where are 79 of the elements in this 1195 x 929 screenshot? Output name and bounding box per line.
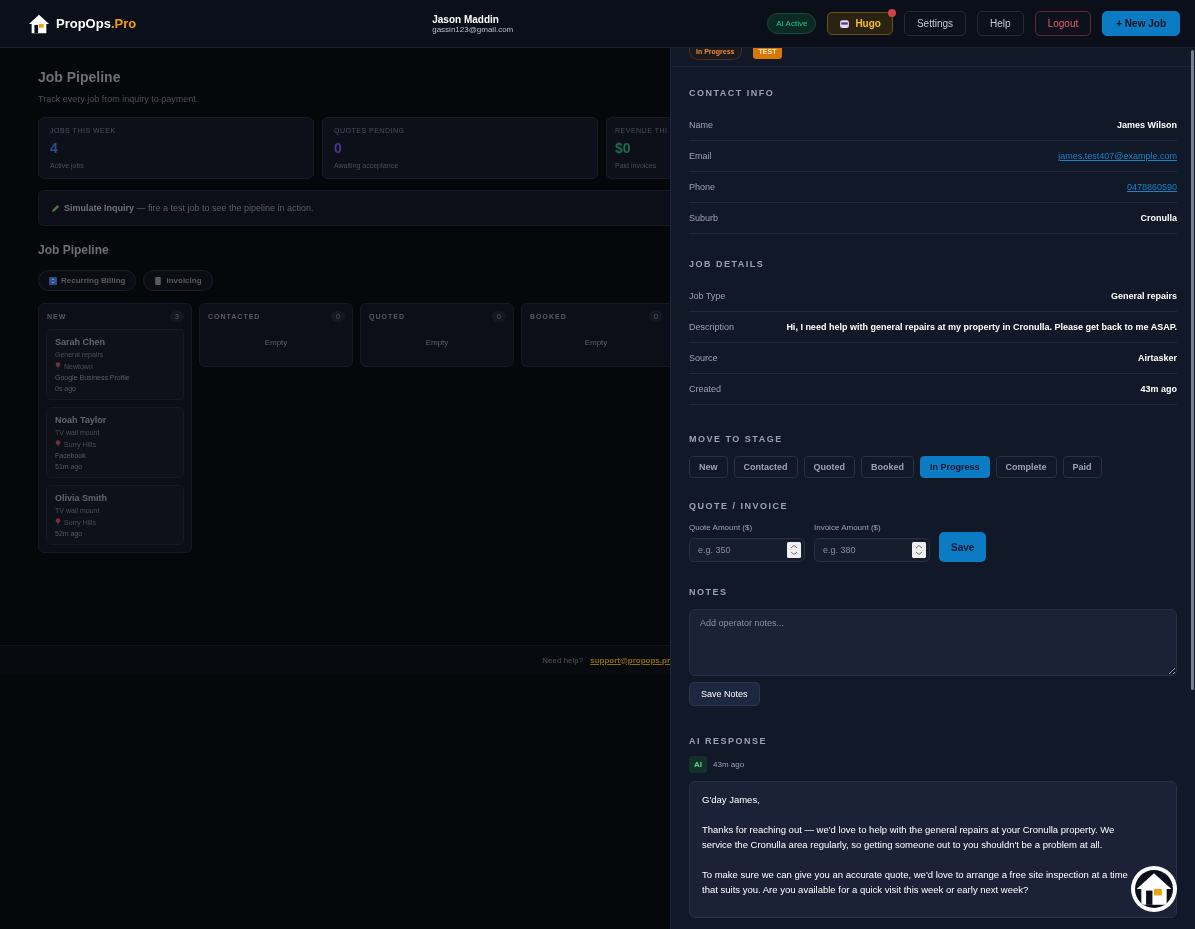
field-label: Name xyxy=(689,120,713,130)
house-logo-icon xyxy=(28,12,50,35)
notes-field[interactable]: Add operator notes... xyxy=(689,609,1177,676)
spinner-arrows-icon xyxy=(912,542,926,558)
amount-input[interactable]: e.g. 380 xyxy=(814,538,930,562)
field-label: Job Type xyxy=(689,291,726,301)
section-heading: JOB DETAILS xyxy=(689,259,766,269)
pin-icon xyxy=(55,362,61,370)
field-label: Email xyxy=(689,151,712,161)
amount-input[interactable]: e.g. 350 xyxy=(689,538,805,562)
pin-icon xyxy=(55,440,61,448)
section-heading: CONTACT INFO xyxy=(689,88,776,98)
scrollbar[interactable] xyxy=(1191,50,1194,690)
assistant-button[interactable]: Hugo xyxy=(827,12,893,35)
pencil-icon xyxy=(51,203,60,213)
view-tab[interactable]: Recurring Billing xyxy=(38,270,137,291)
section-heading: AI RESPONSE xyxy=(689,736,768,746)
empty-state: Empty xyxy=(583,337,609,349)
field-label: Invoice Amount ($) xyxy=(814,523,882,532)
field-label: Source xyxy=(689,353,718,363)
section-title: Job Pipeline xyxy=(38,243,110,257)
spinner-arrows-icon xyxy=(787,542,801,558)
field-link[interactable]: 0478860590 xyxy=(1126,182,1177,192)
response-time: 43m ago xyxy=(713,760,745,769)
view-tab[interactable]: Invoicing xyxy=(143,270,213,291)
support-link[interactable]: support@propops.pr xyxy=(590,655,670,665)
field-value: General repairs xyxy=(1110,291,1177,301)
user-name: Jason Maddin xyxy=(432,13,500,25)
message-paragraph: Thanks for reaching out — we'd love to help with the general repairs at your Cronulla property. We service the Cronulla area regularly, so getting someone out to you shouldn't be a problem at all. xyxy=(702,823,1116,852)
message-paragraph: To make sure we can give you an accurate quote, we'd love to arrange a free site inspection at a time that suits you. Are you available for a quick visit this week or early next week? xyxy=(702,868,1128,897)
ai-badge: AI xyxy=(689,756,707,773)
stage-button[interactable]: Paid xyxy=(1062,456,1102,478)
field-label: Suburb xyxy=(689,213,719,223)
pin-icon xyxy=(55,518,61,526)
stage-button[interactable]: Contacted xyxy=(733,456,798,478)
field-link[interactable]: james.test407@example.com xyxy=(1058,151,1177,161)
ai-status-badge: AI Active xyxy=(767,13,817,34)
header-button[interactable]: Help xyxy=(977,11,1024,36)
simulate-text[interactable]: Simulate Inquiry — fire a test job to see the pipeline in action. xyxy=(64,203,314,213)
stat-value: $0 xyxy=(615,140,632,156)
section-heading: QUOTE / INVOICE xyxy=(689,501,789,511)
stage-button[interactable]: In Progress xyxy=(920,456,990,478)
page-subtitle: Track every job from inquiry to payment. xyxy=(38,94,200,104)
field-value: Cronulla xyxy=(1140,213,1177,223)
brand-name: PropOps.Pro xyxy=(56,16,137,31)
stage-button[interactable]: Complete xyxy=(995,456,1057,478)
section-heading: MOVE TO STAGE xyxy=(689,434,784,444)
job-customer: Sarah Chen xyxy=(55,337,106,347)
job-customer: Noah Taylor xyxy=(55,415,108,425)
field-label: Description xyxy=(689,322,735,332)
save-button[interactable]: Save xyxy=(939,532,987,562)
refresh-icon xyxy=(49,276,57,285)
house-icon xyxy=(1135,870,1173,908)
stage-button[interactable]: Booked xyxy=(861,456,915,478)
job-customer: Olivia Smith xyxy=(55,493,108,503)
field-label: Quote Amount ($) xyxy=(689,523,754,532)
header-button[interactable]: + New Job xyxy=(1102,11,1180,36)
stat-value: 4 xyxy=(50,140,59,156)
empty-state: Empty xyxy=(263,337,289,349)
field-value: Hi, I need help with general repairs at my property in Cronulla. Please get back to me ASAP. xyxy=(786,322,1177,332)
stat-value: 0 xyxy=(334,140,343,156)
save-notes-button[interactable]: Save Notes xyxy=(689,682,760,706)
field-label: Created xyxy=(689,384,722,394)
empty-state: Empty xyxy=(424,337,450,349)
document-icon xyxy=(154,276,163,285)
field-value: 43m ago xyxy=(1140,384,1177,394)
field-value: Airtasker xyxy=(1137,353,1177,363)
footer-text: Need help? xyxy=(542,655,584,665)
field-label: Phone xyxy=(689,182,716,192)
robot-icon xyxy=(839,18,851,29)
section-heading: NOTES xyxy=(689,587,729,597)
user-email: gassin123@gmail.com xyxy=(432,24,514,34)
header-button[interactable]: Settings xyxy=(903,11,967,36)
header-button[interactable]: Logout xyxy=(1034,11,1092,36)
message-paragraph: G'day James, xyxy=(702,793,761,807)
page-title: Job Pipeline xyxy=(38,69,122,85)
stage-button[interactable]: Quoted xyxy=(803,456,856,478)
field-value: James Wilson xyxy=(1117,120,1177,130)
stage-button[interactable]: New xyxy=(689,456,728,478)
